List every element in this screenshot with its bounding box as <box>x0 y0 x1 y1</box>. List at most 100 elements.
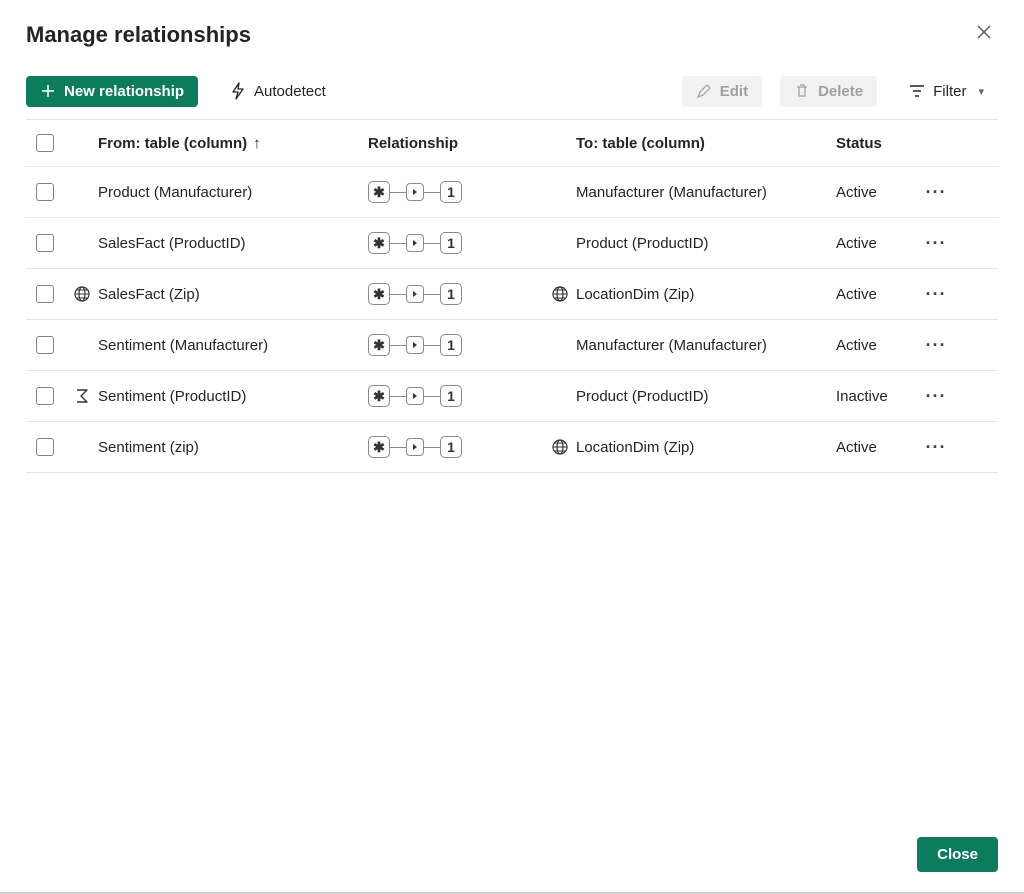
row-more-button[interactable]: ··· <box>916 233 956 254</box>
close-icon[interactable] <box>970 20 998 49</box>
to-cell: LocationDim (Zip) <box>576 439 836 456</box>
relationship-cell: ✱1 <box>368 334 544 356</box>
table-row[interactable]: SalesFact (ProductID)✱1Product (ProductI… <box>26 218 998 269</box>
row-checkbox[interactable] <box>36 336 54 354</box>
cardinality-diagram: ✱1 <box>368 232 544 254</box>
pencil-icon <box>696 83 712 99</box>
direction-icon <box>406 183 424 201</box>
relationship-cell: ✱1 <box>368 283 544 305</box>
from-cell: Product (Manufacturer) <box>98 184 368 201</box>
cardinality-from: ✱ <box>368 436 390 458</box>
status-cell: Inactive <box>836 388 916 405</box>
table-header: From: table (column) ↑ Relationship To: … <box>26 120 998 167</box>
cardinality-diagram: ✱1 <box>368 283 544 305</box>
lightning-icon <box>230 82 246 100</box>
direction-icon <box>406 285 424 303</box>
cardinality-diagram: ✱1 <box>368 436 544 458</box>
status-cell: Active <box>836 184 916 201</box>
cardinality-diagram: ✱1 <box>368 181 544 203</box>
row-more-button[interactable]: ··· <box>916 437 956 458</box>
row-checkbox[interactable] <box>36 387 54 405</box>
row-checkbox[interactable] <box>36 285 54 303</box>
direction-icon <box>406 336 424 354</box>
sigma-icon <box>66 387 98 405</box>
from-cell: Sentiment (zip) <box>98 439 368 456</box>
table-row[interactable]: Sentiment (ProductID)✱1Product (ProductI… <box>26 371 998 422</box>
cardinality-to: 1 <box>440 283 462 305</box>
column-status[interactable]: Status <box>836 135 916 152</box>
trash-icon <box>794 83 810 99</box>
new-relationship-label: New relationship <box>64 83 184 100</box>
table-row[interactable]: Product (Manufacturer)✱1Manufacturer (Ma… <box>26 167 998 218</box>
direction-icon <box>406 387 424 405</box>
new-relationship-button[interactable]: New relationship <box>26 76 198 107</box>
cardinality-to: 1 <box>440 436 462 458</box>
from-cell: Sentiment (Manufacturer) <box>98 337 368 354</box>
dialog-footer: Close <box>917 837 998 872</box>
edit-button: Edit <box>682 76 762 107</box>
globe-icon <box>544 438 576 456</box>
cardinality-from: ✱ <box>368 232 390 254</box>
filter-label: Filter <box>933 83 966 100</box>
column-to[interactable]: To: table (column) <box>576 135 836 152</box>
row-checkbox[interactable] <box>36 438 54 456</box>
row-checkbox[interactable] <box>36 234 54 252</box>
to-cell: Product (ProductID) <box>576 388 836 405</box>
from-cell: SalesFact (Zip) <box>98 286 368 303</box>
from-cell: Sentiment (ProductID) <box>98 388 368 405</box>
autodetect-button[interactable]: Autodetect <box>216 75 340 107</box>
globe-icon <box>66 285 98 303</box>
status-cell: Active <box>836 337 916 354</box>
plus-icon <box>40 83 56 99</box>
row-checkbox[interactable] <box>36 183 54 201</box>
toolbar: New relationship Autodetect Edit Delete … <box>26 75 998 120</box>
cardinality-from: ✱ <box>368 385 390 407</box>
globe-icon <box>544 285 576 303</box>
relationship-cell: ✱1 <box>368 232 544 254</box>
close-button[interactable]: Close <box>917 837 998 872</box>
autodetect-label: Autodetect <box>254 83 326 100</box>
column-from[interactable]: From: table (column) ↑ <box>98 135 368 152</box>
column-relationship[interactable]: Relationship <box>368 135 544 152</box>
delete-button: Delete <box>780 76 877 107</box>
to-cell: Manufacturer (Manufacturer) <box>576 337 836 354</box>
row-more-button[interactable]: ··· <box>916 284 956 305</box>
direction-icon <box>406 234 424 252</box>
relationship-cell: ✱1 <box>368 385 544 407</box>
filter-icon <box>909 84 925 98</box>
relationship-cell: ✱1 <box>368 181 544 203</box>
filter-button[interactable]: Filter ▾ <box>895 76 998 107</box>
dialog-title: Manage relationships <box>26 22 251 48</box>
row-more-button[interactable]: ··· <box>916 335 956 356</box>
edit-label: Edit <box>720 83 748 100</box>
row-more-button[interactable]: ··· <box>916 182 956 203</box>
manage-relationships-dialog: Manage relationships New relationship Au… <box>0 0 1024 894</box>
status-cell: Active <box>836 286 916 303</box>
from-cell: SalesFact (ProductID) <box>98 235 368 252</box>
relationship-cell: ✱1 <box>368 436 544 458</box>
cardinality-to: 1 <box>440 385 462 407</box>
cardinality-from: ✱ <box>368 283 390 305</box>
row-more-button[interactable]: ··· <box>916 386 956 407</box>
dialog-header: Manage relationships <box>26 20 998 49</box>
select-all-checkbox[interactable] <box>36 134 54 152</box>
table-row[interactable]: Sentiment (zip)✱1LocationDim (Zip)Active… <box>26 422 998 473</box>
status-cell: Active <box>836 439 916 456</box>
to-cell: Manufacturer (Manufacturer) <box>576 184 836 201</box>
chevron-down-icon: ▾ <box>978 85 984 98</box>
to-cell: LocationDim (Zip) <box>576 286 836 303</box>
delete-label: Delete <box>818 83 863 100</box>
direction-icon <box>406 438 424 456</box>
cardinality-from: ✱ <box>368 334 390 356</box>
cardinality-to: 1 <box>440 181 462 203</box>
table-row[interactable]: Sentiment (Manufacturer)✱1Manufacturer (… <box>26 320 998 371</box>
cardinality-to: 1 <box>440 232 462 254</box>
status-cell: Active <box>836 235 916 252</box>
sort-ascending-icon: ↑ <box>253 135 261 152</box>
cardinality-diagram: ✱1 <box>368 334 544 356</box>
cardinality-from: ✱ <box>368 181 390 203</box>
table-row[interactable]: SalesFact (Zip)✱1LocationDim (Zip)Active… <box>26 269 998 320</box>
to-cell: Product (ProductID) <box>576 235 836 252</box>
cardinality-to: 1 <box>440 334 462 356</box>
cardinality-diagram: ✱1 <box>368 385 544 407</box>
